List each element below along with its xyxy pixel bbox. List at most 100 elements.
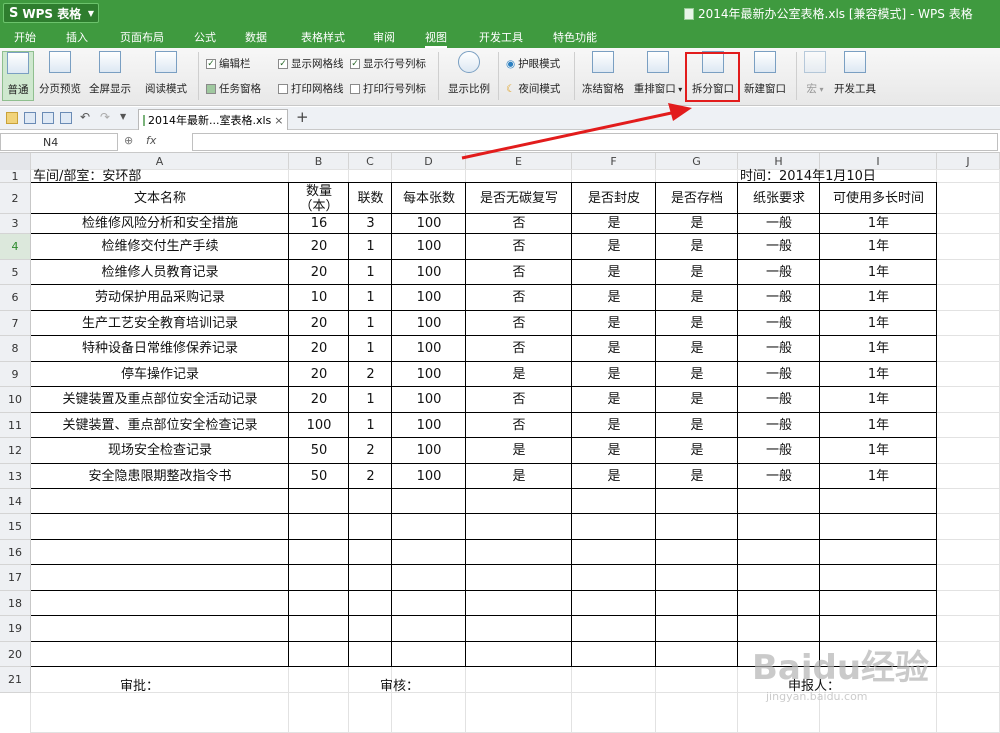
table-cell[interactable]: 100 — [394, 285, 464, 311]
header-cell[interactable]: 纸张要求 — [740, 183, 818, 214]
table-cell[interactable]: 否 — [468, 285, 570, 311]
table-cell[interactable]: 1 — [351, 387, 390, 413]
approve-label[interactable]: 审批： — [120, 675, 159, 694]
function-icon[interactable]: fx — [146, 134, 156, 147]
show-headers-checkbox[interactable]: ✓ 显示行号列标 — [350, 56, 426, 71]
tab-page-layout[interactable]: 页面布局 — [120, 29, 164, 45]
table-cell[interactable]: 20 — [291, 234, 347, 260]
night-mode-button[interactable]: ☾ 夜间模式 — [506, 81, 560, 96]
table-cell[interactable]: 否 — [468, 387, 570, 413]
header-cell[interactable]: 每本张数 — [394, 183, 464, 214]
table-cell[interactable]: 是 — [574, 260, 654, 285]
table-cell[interactable]: 是 — [658, 311, 736, 336]
table-cell[interactable]: 是 — [658, 285, 736, 311]
table-cell[interactable]: 1年 — [822, 362, 935, 387]
header-cell[interactable]: 可使用多长时间 — [822, 183, 935, 214]
header-cell[interactable]: 联数 — [351, 183, 390, 214]
row-header[interactable]: 2 — [0, 183, 31, 214]
table-cell[interactable]: 是 — [574, 336, 654, 362]
table-cell[interactable]: 50 — [291, 464, 347, 489]
table-cell[interactable]: 20 — [291, 362, 347, 387]
macro-button[interactable]: 宏 ▾ — [802, 51, 828, 101]
column-header-f[interactable]: F — [572, 153, 656, 170]
row-header[interactable]: 1 — [0, 170, 31, 183]
tab-data[interactable]: 数据 — [245, 29, 267, 45]
table-cell[interactable]: 是 — [658, 214, 736, 234]
tab-insert[interactable]: 插入 — [66, 29, 88, 45]
table-cell[interactable]: 10 — [291, 285, 347, 311]
row-header[interactable]: 12 — [0, 438, 31, 464]
table-cell[interactable]: 20 — [291, 387, 347, 413]
table-cell[interactable]: 是 — [574, 214, 654, 234]
table-cell[interactable]: 100 — [394, 464, 464, 489]
table-cell[interactable]: 3 — [351, 214, 390, 234]
table-cell[interactable]: 1年 — [822, 285, 935, 311]
row-header[interactable]: 15 — [0, 514, 31, 540]
row-header[interactable]: 16 — [0, 540, 31, 565]
tab-formula[interactable]: 公式 — [194, 29, 216, 45]
time-cell[interactable]: 时间：2014年1月10日 — [740, 170, 935, 183]
open-icon[interactable] — [6, 112, 18, 124]
table-cell[interactable]: 20 — [291, 336, 347, 362]
table-cell[interactable]: 1 — [351, 336, 390, 362]
customize-dropdown-icon[interactable]: ▼ — [120, 112, 126, 121]
eye-mode-button[interactable]: ◉ 护眼模式 — [506, 56, 560, 71]
table-cell[interactable]: 100 — [394, 362, 464, 387]
table-cell[interactable]: 100 — [394, 260, 464, 285]
column-header-h[interactable]: H — [738, 153, 820, 170]
dev-tools-button[interactable]: 开发工具 — [832, 51, 878, 101]
row-header[interactable]: 18 — [0, 591, 31, 616]
print-preview-icon[interactable] — [60, 112, 72, 124]
page-break-preview-button[interactable]: 分页预览 — [38, 51, 82, 101]
table-row-name[interactable]: 生产工艺安全教育培训记录 — [33, 311, 287, 336]
arrange-windows-button[interactable]: 重排窗口 ▾ — [632, 51, 684, 101]
freeze-panes-button[interactable]: 冻结窗格 — [580, 51, 626, 101]
row-header[interactable]: 14 — [0, 489, 31, 514]
table-cell[interactable]: 20 — [291, 260, 347, 285]
table-cell[interactable]: 一般 — [740, 387, 818, 413]
table-cell[interactable]: 1年 — [822, 387, 935, 413]
table-cell[interactable]: 2 — [351, 438, 390, 464]
row-header[interactable]: 7 — [0, 311, 31, 336]
zoom-icon[interactable]: ⊕ — [124, 134, 133, 147]
table-cell[interactable]: 一般 — [740, 438, 818, 464]
table-cell[interactable]: 否 — [468, 260, 570, 285]
table-cell[interactable]: 100 — [394, 387, 464, 413]
table-cell[interactable]: 是 — [574, 285, 654, 311]
table-cell[interactable]: 100 — [291, 413, 347, 438]
column-header-g[interactable]: G — [656, 153, 738, 170]
table-row-name[interactable]: 安全隐患限期整改指令书 — [33, 464, 287, 489]
header-cell[interactable]: 是否无碳复写 — [468, 183, 570, 214]
table-cell[interactable]: 是 — [574, 464, 654, 489]
column-header-e[interactable]: E — [466, 153, 572, 170]
redo-icon[interactable]: ↷ — [100, 110, 110, 124]
new-tab-icon[interactable]: + — [296, 108, 309, 126]
table-row-name[interactable]: 检维修交付生产手续 — [33, 234, 287, 260]
table-cell[interactable]: 是 — [468, 464, 570, 489]
table-cell[interactable]: 2 — [351, 362, 390, 387]
table-cell[interactable]: 否 — [468, 336, 570, 362]
name-box[interactable]: N4 — [0, 133, 118, 151]
close-tab-icon[interactable]: × — [274, 114, 283, 127]
table-cell[interactable]: 2 — [351, 464, 390, 489]
table-cell[interactable]: 是 — [658, 387, 736, 413]
table-cell[interactable]: 50 — [291, 438, 347, 464]
table-cell[interactable]: 是 — [574, 438, 654, 464]
table-row-name[interactable]: 特种设备日常维修保养记录 — [33, 336, 287, 362]
table-cell[interactable]: 一般 — [740, 413, 818, 438]
normal-view-button[interactable]: 普通 — [2, 51, 34, 101]
row-header[interactable]: 11 — [0, 413, 31, 438]
row-header[interactable]: 21 — [0, 667, 31, 693]
table-cell[interactable]: 是 — [658, 413, 736, 438]
table-cell[interactable]: 20 — [291, 311, 347, 336]
table-cell[interactable]: 16 — [291, 214, 347, 234]
print-icon[interactable] — [42, 112, 54, 124]
table-cell[interactable]: 100 — [394, 214, 464, 234]
header-qty-line1[interactable]: 数量 — [291, 184, 347, 199]
table-cell[interactable]: 1年 — [822, 438, 935, 464]
table-cell[interactable]: 1年 — [822, 260, 935, 285]
table-cell[interactable]: 1年 — [822, 234, 935, 260]
table-cell[interactable]: 1 — [351, 413, 390, 438]
table-cell[interactable]: 一般 — [740, 285, 818, 311]
review-label[interactable]: 审核： — [380, 675, 419, 694]
